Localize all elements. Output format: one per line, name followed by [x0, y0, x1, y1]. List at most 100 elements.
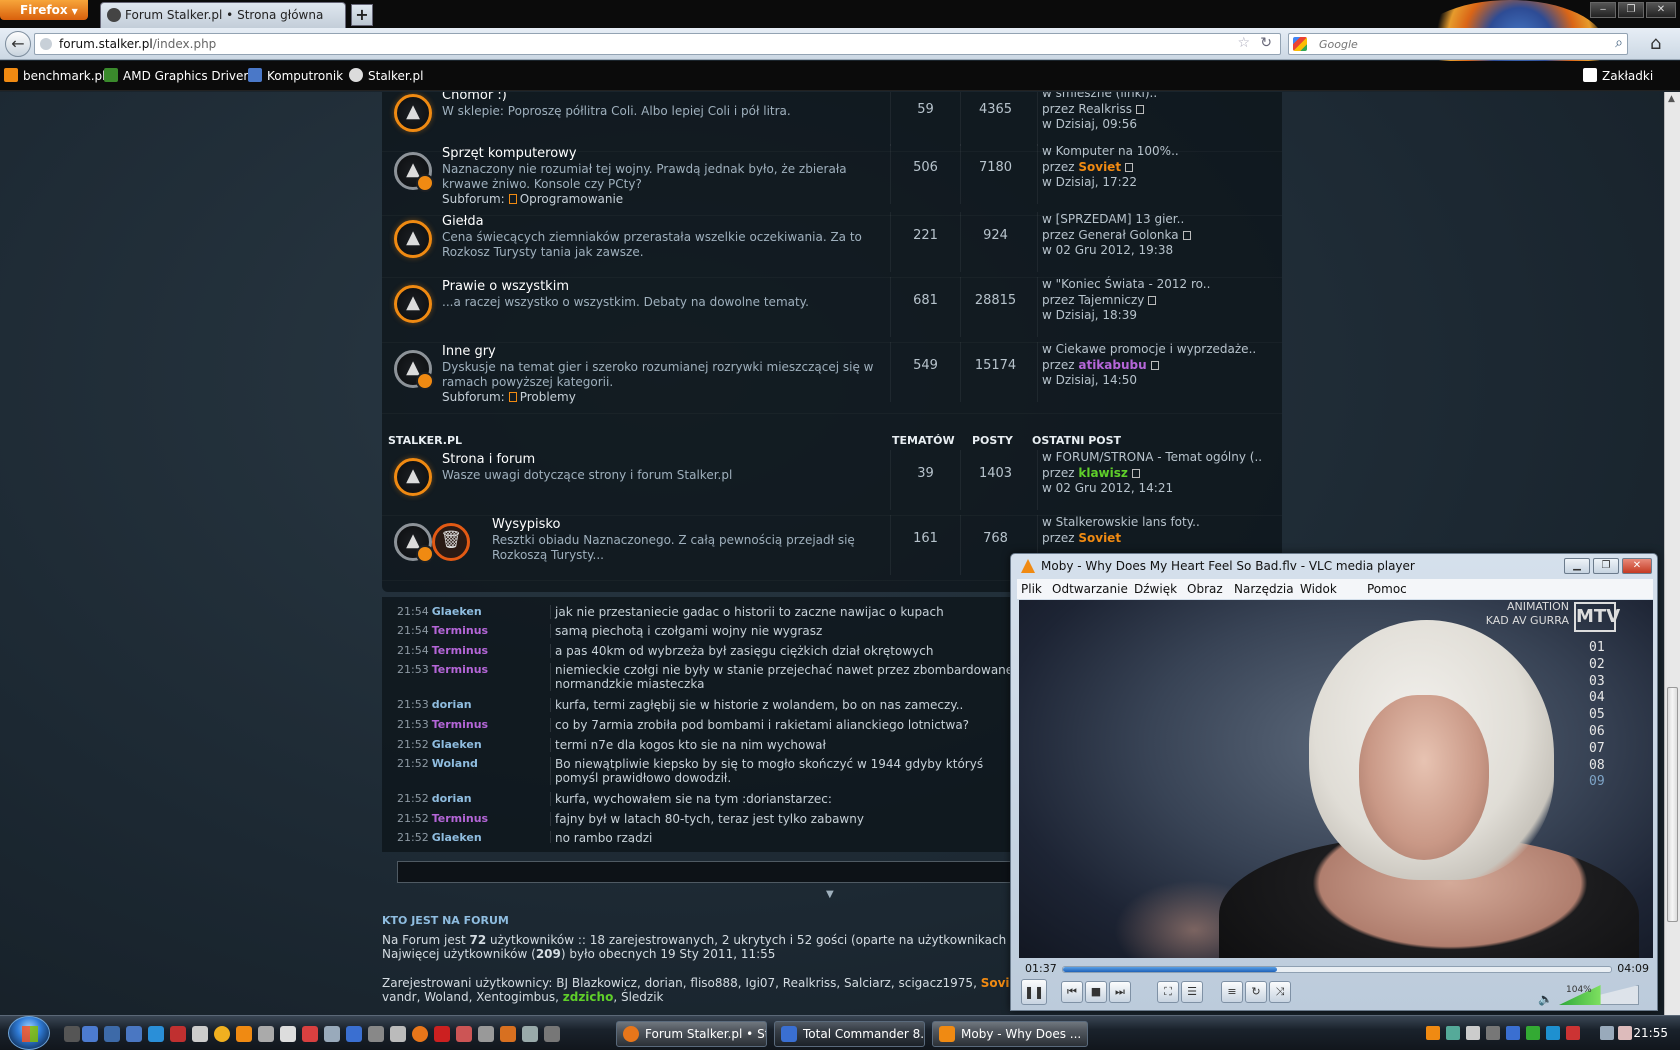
reload-icon[interactable]: ↻: [1260, 35, 1272, 51]
playlist-button[interactable]: ≡: [1221, 981, 1243, 1003]
search-bar[interactable]: ⌕: [1288, 33, 1628, 55]
fullscreen-button[interactable]: ⛶: [1157, 981, 1179, 1003]
shout-nick[interactable]: dorian: [432, 792, 472, 805]
settings-icon[interactable]: [368, 1026, 384, 1042]
extended-settings-button[interactable]: ☰: [1181, 981, 1203, 1003]
disk-icon[interactable]: [346, 1026, 362, 1042]
calendar-icon[interactable]: [192, 1026, 208, 1042]
shout-nick[interactable]: Terminus: [432, 644, 488, 657]
shout-nick[interactable]: Woland: [432, 757, 478, 770]
loop-button[interactable]: ↻: [1245, 981, 1267, 1003]
menu-pomoc[interactable]: Pomoc: [1367, 582, 1407, 596]
tray-network-icon[interactable]: [1506, 1026, 1520, 1040]
last-post-user[interactable]: klawisz: [1078, 466, 1128, 480]
steam-icon[interactable]: [324, 1026, 340, 1042]
vlc-icon[interactable]: [236, 1026, 252, 1042]
last-post-topic[interactable]: w "Koniec Świata - 2012 ro..: [1042, 277, 1277, 293]
menu-plik[interactable]: Plik: [1021, 582, 1042, 596]
app-icon[interactable]: [302, 1026, 318, 1042]
tab-forum-stalker[interactable]: Forum Stalker.pl • Strona główna: [100, 2, 346, 28]
search-input[interactable]: [1319, 36, 1589, 52]
last-post-user[interactable]: Generał Golonka: [1078, 228, 1178, 242]
vlc-maximize-button[interactable]: ❐: [1593, 558, 1619, 574]
next-button[interactable]: ⏭: [1109, 981, 1131, 1003]
last-post-user[interactable]: Soviet: [1078, 531, 1121, 545]
total-time[interactable]: 04:09: [1617, 962, 1649, 975]
user-link[interactable]: zdzicho: [563, 990, 614, 1004]
app-icon[interactable]: [544, 1026, 560, 1042]
video-output[interactable]: ANIMATION KAD AV GURRA MTV 01 02 03 04 05 06 …: [1019, 600, 1653, 958]
subforum-link[interactable]: Oprogramowanie: [520, 192, 624, 206]
chevron-down-icon[interactable]: ▼: [826, 889, 834, 900]
shout-nick[interactable]: Glaeken: [432, 605, 482, 618]
site-identity-icon[interactable]: [40, 38, 52, 50]
scroll-up-icon[interactable]: ▲: [1668, 94, 1675, 104]
bookmark-stalker[interactable]: Stalker.pl: [349, 68, 424, 83]
minimize-button[interactable]: ‒: [1590, 2, 1616, 18]
menu-narzedzia[interactable]: Narzędzia: [1234, 582, 1294, 596]
seek-bar[interactable]: [1062, 966, 1612, 973]
scrollbar-thumb[interactable]: [1667, 687, 1678, 922]
bookmarks-menu[interactable]: Zakładki: [1583, 68, 1653, 83]
vlc-close-button[interactable]: ✕: [1622, 558, 1652, 574]
shout-nick[interactable]: Terminus: [432, 718, 488, 731]
menu-widok[interactable]: Widok: [1300, 582, 1337, 596]
tray-volume-icon[interactable]: [1600, 1026, 1614, 1040]
shout-nick[interactable]: Glaeken: [432, 738, 482, 751]
new-tab-button[interactable]: +: [351, 4, 373, 26]
tray-icon[interactable]: [1566, 1026, 1580, 1040]
shout-nick[interactable]: Terminus: [432, 624, 488, 637]
internet-explorer-icon[interactable]: [148, 1026, 164, 1042]
plane-icon[interactable]: [280, 1026, 296, 1042]
tray-icon[interactable]: [1526, 1026, 1540, 1040]
app-icon[interactable]: [478, 1026, 494, 1042]
taskbar-clock[interactable]: 21:55: [1633, 1026, 1668, 1040]
firefox-menu-button[interactable]: Firefox ▼: [0, 0, 88, 20]
forum-row[interactable]: Giełda Cena świecących ziemniaków przera…: [382, 212, 1282, 278]
pause-button[interactable]: ❚❚: [1021, 979, 1047, 1005]
tray-icon[interactable]: [1618, 1026, 1632, 1040]
app-icon[interactable]: [390, 1026, 406, 1042]
forum-title[interactable]: Sprzęt komputerowy: [442, 146, 577, 161]
forum-row[interactable]: Prawie o wszystkim ...a raczej wszystko …: [382, 277, 1282, 343]
flag-icon[interactable]: [170, 1026, 186, 1042]
goto-post-icon[interactable]: [1131, 468, 1140, 478]
start-button[interactable]: [8, 1016, 50, 1050]
tray-plane-icon[interactable]: [1466, 1026, 1480, 1040]
bookmark-star-icon[interactable]: ☆: [1237, 35, 1250, 51]
show-desktop-icon[interactable]: [104, 1026, 120, 1042]
shout-nick[interactable]: Glaeken: [432, 831, 482, 843]
taskbar-item-total-commander[interactable]: Total Commander 8....: [774, 1021, 925, 1047]
google-engine-icon[interactable]: [1293, 37, 1307, 51]
last-post-topic[interactable]: w Stalkerowskie lans foty..: [1042, 515, 1277, 531]
last-post-topic[interactable]: w [SPRZEDAM] 13 gier..: [1042, 212, 1277, 228]
menu-obraz[interactable]: Obraz: [1187, 582, 1223, 596]
forum-title[interactable]: Inne gry: [442, 344, 496, 359]
category-name[interactable]: STALKER.PL: [388, 434, 462, 447]
tray-icon[interactable]: [1446, 1026, 1460, 1040]
tool-icon[interactable]: [258, 1026, 274, 1042]
forum-title[interactable]: Chomor :): [442, 92, 507, 103]
home-icon[interactable]: ⌂: [1650, 33, 1661, 54]
address-bar[interactable]: forum.stalker.pl/index.php ☆ ↻: [34, 33, 1281, 55]
last-post-topic[interactable]: w Ciekawe promocje i wyprzedaże..: [1042, 342, 1277, 358]
shuffle-button[interactable]: ⤨: [1269, 981, 1291, 1003]
stop-button[interactable]: ■: [1085, 981, 1107, 1003]
subforum-link[interactable]: Problemy: [520, 390, 576, 404]
speaker-icon[interactable]: 🔈: [1538, 992, 1553, 1006]
forum-row[interactable]: Sprzęt komputerowy Naznaczony nie rozumi…: [382, 144, 1282, 216]
forum-row[interactable]: Chomor :) W sklepie: Poproszę półlitra C…: [382, 92, 1282, 152]
forum-row[interactable]: Strona i forum Wasze uwagi dotyczące str…: [382, 450, 1282, 516]
app-icon[interactable]: [456, 1026, 472, 1042]
url-text[interactable]: forum.stalker.pl/index.php: [59, 37, 216, 51]
goto-post-icon[interactable]: [1135, 104, 1144, 114]
firefox-icon[interactable]: [412, 1026, 428, 1042]
bookmark-amd-drivers[interactable]: AMD Graphics Drivers: [104, 68, 255, 83]
app-icon[interactable]: [522, 1026, 538, 1042]
page-scrollbar[interactable]: ▲ ▼: [1664, 92, 1680, 1035]
shout-nick[interactable]: Terminus: [432, 812, 488, 825]
search-icon[interactable]: ⌕: [1615, 35, 1623, 51]
previous-button[interactable]: ⏮: [1061, 981, 1083, 1003]
goto-post-icon[interactable]: [1182, 230, 1191, 240]
forum-title[interactable]: Giełda: [442, 214, 484, 229]
